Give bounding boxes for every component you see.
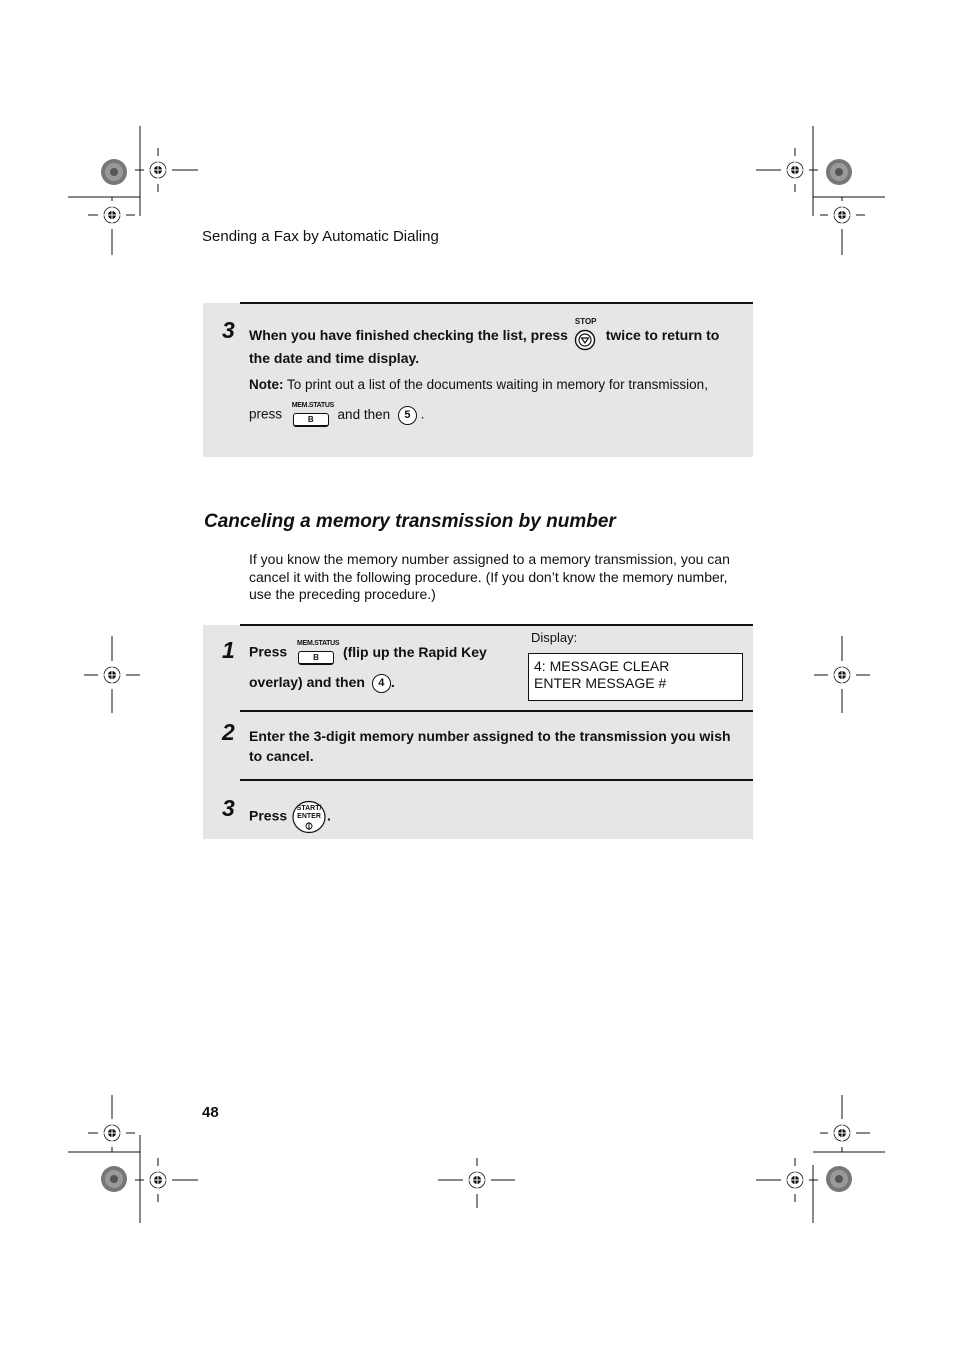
enter-key-label: ENTER bbox=[297, 813, 321, 820]
step-number: 2 bbox=[222, 719, 235, 745]
digit-key-5: 5 bbox=[397, 405, 417, 425]
note-press: press bbox=[249, 406, 283, 422]
start-enter-key: START/ ENTER bbox=[291, 800, 327, 834]
mem-status-key-letter: B bbox=[292, 413, 329, 427]
divider bbox=[240, 302, 753, 304]
step-text-end: . bbox=[390, 674, 395, 691]
mem-status-key: MEM.STATUS B bbox=[291, 402, 335, 427]
divider bbox=[240, 624, 753, 626]
mem-status-label: MEM.STATUS bbox=[291, 402, 335, 409]
divider bbox=[240, 710, 753, 712]
stop-key: STOP bbox=[572, 317, 602, 351]
mem-status-key-letter: B bbox=[298, 651, 335, 665]
step-text-end: . bbox=[327, 807, 331, 824]
display-label: Display: bbox=[531, 630, 578, 645]
step-number: 3 bbox=[222, 317, 235, 343]
mem-status-key: MEM.STATUS B bbox=[297, 640, 340, 665]
section-title: Canceling a memory transmission by numbe… bbox=[204, 511, 616, 532]
running-header: Sending a Fax by Automatic Dialing bbox=[202, 228, 439, 245]
step-2-text: Enter the 3-digit memory number assigned… bbox=[249, 728, 731, 764]
mem-status-label: MEM.STATUS bbox=[297, 640, 340, 647]
step-text-part: Press bbox=[249, 643, 288, 660]
display-line-1: 4: MESSAGE CLEAR bbox=[534, 658, 670, 674]
start-key-label: START/ bbox=[296, 805, 322, 812]
stop-key-label: STOP bbox=[574, 317, 597, 326]
step-text-part: Press bbox=[249, 807, 288, 824]
note: Note: To print out a list of the documen… bbox=[249, 377, 708, 392]
step-1-line2: overlay) and then 4. bbox=[249, 674, 395, 693]
step-3-text: Press START/ ENTER . bbox=[249, 800, 331, 834]
step-number: 3 bbox=[222, 795, 235, 821]
digit-key-4: 4 bbox=[371, 674, 391, 693]
step-text: When you have finished checking the list… bbox=[249, 317, 720, 351]
note-end: . bbox=[420, 406, 425, 422]
step-text-line2: the date and time display. bbox=[249, 350, 420, 366]
step-text-part: When you have finished checking the list… bbox=[249, 327, 568, 343]
stop-icon bbox=[574, 329, 596, 351]
note-and-then: and then bbox=[337, 406, 391, 422]
step-1-line1: Press MEM.STATUS B (flip up the Rapid Ke… bbox=[249, 640, 487, 665]
display-line-2: ENTER MESSAGE # bbox=[534, 675, 667, 691]
note-text: To print out a list of the documents wai… bbox=[287, 377, 708, 392]
step-text-part: (flip up the Rapid Key bbox=[342, 643, 487, 660]
step-text-part: overlay) and then bbox=[249, 674, 365, 691]
divider bbox=[240, 779, 753, 781]
note-line2: press MEM.STATUS B and then 5 . bbox=[249, 402, 425, 427]
lcd-display: 4: MESSAGE CLEAR ENTER MESSAGE # bbox=[528, 653, 743, 701]
step-text-part: twice to return to bbox=[605, 327, 720, 343]
page-number: 48 bbox=[202, 1104, 219, 1121]
section-intro: If you know the memory number assigned t… bbox=[249, 551, 730, 602]
note-label: Note: bbox=[249, 377, 284, 392]
step-number: 1 bbox=[222, 637, 235, 663]
